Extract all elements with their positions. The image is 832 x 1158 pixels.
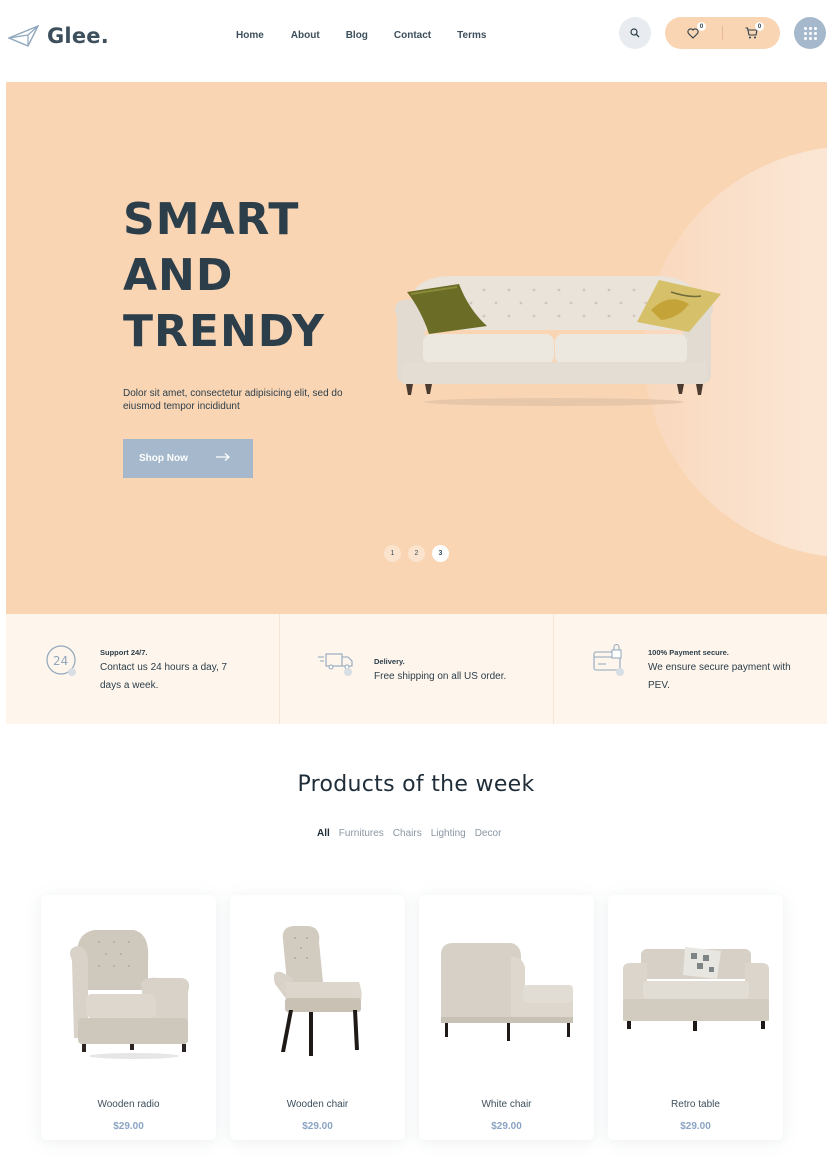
- sofa-image: [395, 276, 721, 406]
- secure-payment-icon: [593, 644, 624, 676]
- logo-icon: [8, 25, 40, 47]
- filter-decor[interactable]: Decor: [475, 828, 502, 839]
- grid-dot: [803, 31, 807, 35]
- feature-delivery: Delivery. Free shipping on all US order.: [280, 614, 554, 724]
- cart-button[interactable]: 0: [731, 17, 771, 49]
- slider-dot-3[interactable]: 3: [432, 545, 449, 562]
- product-price: $29.00: [113, 1121, 144, 1132]
- hero-title: SMART AND TRENDY: [123, 192, 423, 360]
- product-card[interactable]: White chair $29.00: [419, 895, 594, 1140]
- arrow-right-icon: [216, 453, 230, 461]
- feature-title: Support 24/7.: [100, 648, 148, 657]
- feature-text: Contact us 24 hours a day, 7 days a week…: [100, 662, 228, 691]
- grid-dot: [813, 26, 817, 30]
- product-name: Retro table: [671, 1099, 720, 1110]
- grid-dot: [808, 36, 812, 40]
- wishlist-cart-pill: 0 0: [665, 17, 780, 49]
- product-filters: All Furnitures Chairs Lighting Decor: [317, 828, 501, 839]
- wishlist-button[interactable]: 0: [673, 17, 713, 49]
- delivery-truck-icon: [318, 653, 353, 676]
- filter-chairs[interactable]: Chairs: [393, 828, 422, 839]
- feature-title: 100% Payment secure.: [648, 648, 729, 657]
- shop-now-button[interactable]: Shop Now: [123, 439, 253, 478]
- grid-dot: [808, 31, 812, 35]
- site-header: Glee. Home About Blog Contact Terms 0 0: [0, 0, 832, 82]
- product-name: White chair: [481, 1099, 532, 1110]
- product-card[interactable]: Wooden chair $29.00: [230, 895, 405, 1140]
- feature-payment: 100% Payment secure. We ensure secure pa…: [554, 614, 827, 724]
- nav-blog[interactable]: Blog: [346, 30, 368, 41]
- logo[interactable]: Glee.: [8, 24, 109, 48]
- nav-about[interactable]: About: [291, 30, 320, 41]
- features-strip: 24 Support 24/7. Contact us 24 hours a d…: [6, 614, 827, 724]
- hero-title-line: AND: [123, 250, 234, 301]
- grid-dot: [813, 36, 817, 40]
- feature-text: We ensure secure payment with PEV.: [648, 662, 791, 691]
- product-price: $29.00: [680, 1121, 711, 1132]
- hero-description: Dolor sit amet, consectetur adipisicing …: [123, 388, 343, 412]
- nav-home[interactable]: Home: [236, 30, 264, 41]
- grid-dot: [813, 31, 817, 35]
- product-image-wingback-chair: [41, 905, 216, 1075]
- hero-title-line: TRENDY: [123, 306, 325, 357]
- feature-title: Delivery.: [374, 657, 405, 666]
- product-card[interactable]: Wooden radio $29.00: [41, 895, 216, 1140]
- nav-terms[interactable]: Terms: [457, 30, 486, 41]
- product-price: $29.00: [302, 1121, 333, 1132]
- search-button[interactable]: [619, 17, 651, 49]
- pill-divider: [722, 26, 723, 40]
- slider-dot-2[interactable]: 2: [408, 545, 425, 562]
- slider-dot-1[interactable]: 1: [384, 545, 401, 562]
- filter-all[interactable]: All: [317, 828, 330, 839]
- search-icon: [630, 28, 640, 38]
- product-price: $29.00: [491, 1121, 522, 1132]
- slider-pagination: 1 2 3: [384, 545, 449, 562]
- grid-dot: [803, 36, 807, 40]
- nav-contact[interactable]: Contact: [394, 30, 431, 41]
- product-name: Wooden chair: [286, 1099, 349, 1110]
- filter-lighting[interactable]: Lighting: [431, 828, 466, 839]
- svg-text:24: 24: [53, 654, 68, 668]
- product-image-loveseat: [608, 905, 783, 1075]
- shop-now-label: Shop Now: [139, 453, 188, 464]
- hero-banner: SMART AND TRENDY Dolor sit amet, consect…: [6, 82, 827, 614]
- logo-text: Glee.: [47, 24, 109, 48]
- apps-menu-button[interactable]: [794, 17, 826, 49]
- product-card[interactable]: Retro table $29.00: [608, 895, 783, 1140]
- hero-title-line: SMART: [123, 194, 300, 245]
- feature-support: 24 Support 24/7. Contact us 24 hours a d…: [6, 614, 280, 724]
- filter-furnitures[interactable]: Furnitures: [339, 828, 384, 839]
- product-name: Wooden radio: [97, 1099, 160, 1110]
- feature-text: Free shipping on all US order.: [374, 671, 507, 682]
- grid-dot: [808, 26, 812, 30]
- main-nav: Home About Blog Contact Terms: [236, 30, 486, 41]
- wishlist-count-badge: 0: [697, 22, 706, 31]
- product-image-armchair: [419, 905, 594, 1075]
- grid-dot: [803, 26, 807, 30]
- support-24-icon: 24: [46, 645, 76, 676]
- section-title: Products of the week: [297, 772, 535, 797]
- cart-count-badge: 0: [755, 22, 764, 31]
- product-image-dining-chair: [230, 905, 405, 1075]
